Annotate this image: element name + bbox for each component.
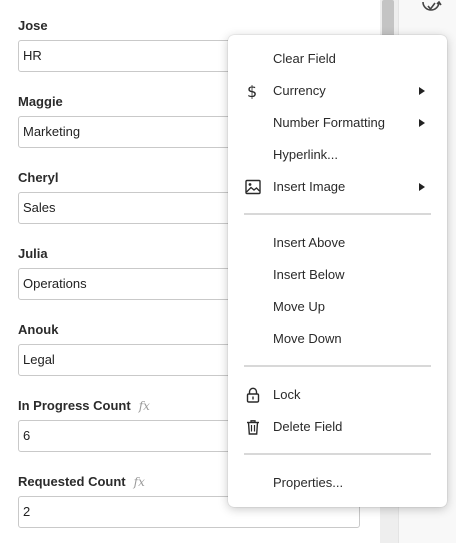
menu-item-label: Clear Field bbox=[273, 51, 336, 66]
menu-item-label: Lock bbox=[273, 387, 301, 402]
menu-item-properties[interactable]: Properties... bbox=[228, 469, 447, 497]
field-label-text: Cheryl bbox=[18, 170, 59, 185]
menu-item-label: Insert Image bbox=[273, 179, 346, 194]
trash-icon bbox=[247, 420, 259, 435]
field-label-text: Requested Count bbox=[18, 474, 126, 489]
menu-item-label: Currency bbox=[273, 83, 326, 98]
field-label-text: Anouk bbox=[18, 322, 59, 337]
menu-item-clear-field[interactable]: Clear Field bbox=[228, 45, 447, 73]
menu-item-insert-below[interactable]: Insert Below bbox=[228, 261, 447, 289]
dollar-icon: $ bbox=[247, 83, 257, 99]
menu-item-insert-above[interactable]: Insert Above bbox=[228, 229, 447, 257]
menu-item-label: Number Formatting bbox=[273, 115, 385, 130]
menu-separator bbox=[244, 365, 431, 367]
field-label-text: In Progress Count bbox=[18, 398, 131, 413]
menu-item-label: Properties... bbox=[273, 475, 344, 490]
menu-item-hyperlink[interactable]: Hyperlink... bbox=[228, 141, 447, 169]
formula-icon: fx bbox=[133, 475, 145, 489]
field-label-text: Julia bbox=[18, 246, 48, 261]
menu-item-move-up[interactable]: Move Up bbox=[228, 293, 447, 321]
menu-separator bbox=[244, 213, 431, 215]
menu-item-lock[interactable]: Lock bbox=[228, 381, 447, 409]
field-label-text: Maggie bbox=[18, 94, 63, 109]
menu-item-label: Insert Below bbox=[273, 267, 345, 282]
menu-item-label: Hyperlink... bbox=[273, 147, 339, 162]
field-label-text: Jose bbox=[18, 18, 48, 33]
menu-separator bbox=[244, 453, 431, 455]
menu-item-move-down[interactable]: Move Down bbox=[228, 325, 447, 353]
menu-item-label: Delete Field bbox=[273, 419, 343, 434]
menu-item-insert-image[interactable]: Insert Image bbox=[228, 173, 447, 201]
submenu-arrow-icon bbox=[419, 119, 425, 127]
menu-item-label: Move Down bbox=[273, 331, 342, 346]
svg-text:$: $ bbox=[247, 83, 257, 99]
menu-item-currency[interactable]: $ Currency bbox=[228, 77, 447, 105]
context-menu: Clear Field $ Currency Number Formatting… bbox=[228, 35, 447, 507]
menu-item-number-formatting[interactable]: Number Formatting bbox=[228, 109, 447, 137]
lock-icon bbox=[246, 387, 260, 403]
menu-item-label: Move Up bbox=[273, 299, 326, 314]
field-label: Jose bbox=[18, 16, 360, 36]
field-jose: Jose HR bbox=[18, 16, 360, 72]
submenu-arrow-icon bbox=[419, 183, 425, 191]
menu-item-delete-field[interactable]: Delete Field bbox=[228, 413, 447, 441]
image-icon bbox=[245, 179, 261, 195]
submenu-arrow-icon bbox=[419, 87, 425, 95]
menu-item-label: Insert Above bbox=[273, 235, 346, 250]
sync-icon[interactable] bbox=[420, 0, 442, 18]
formula-icon: fx bbox=[138, 399, 150, 413]
